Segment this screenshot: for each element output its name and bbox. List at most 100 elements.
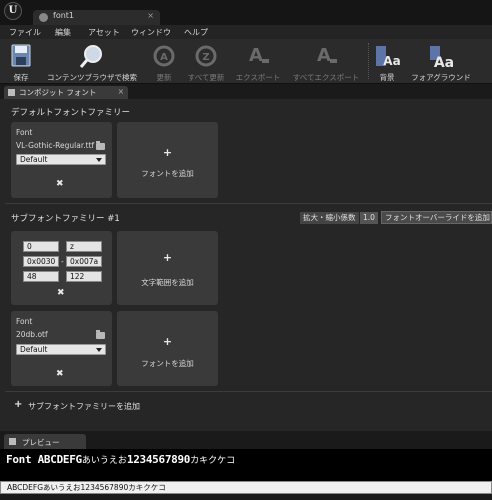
export-all-label: すべてエクスポート: [292, 73, 360, 82]
sub-font-family-title: サブフォントファミリー #1: [11, 214, 120, 224]
plus-icon: +: [14, 399, 23, 410]
add-font-override-button[interactable]: フォントオーバーライドを追加: [381, 211, 492, 224]
range-start-char-input[interactable]: 0: [23, 241, 59, 252]
close-tab-icon[interactable]: ×: [147, 11, 154, 20]
folder-icon[interactable]: [96, 141, 105, 150]
preview-text: Font ABCDEFGあいうえお1234567890カキクケコ: [6, 453, 235, 466]
background-color-icon: Aa: [376, 46, 401, 68]
refresh-all-icon: Z: [195, 45, 217, 67]
export-all-button[interactable]: A すべてエクスポート: [288, 41, 364, 83]
default-font-family-title: デフォルトフォントファミリー: [11, 108, 131, 118]
menu-asset[interactable]: アセット: [88, 27, 120, 38]
add-sub-font-family-button[interactable]: + サブフォントファミリーを追加: [5, 396, 492, 414]
chevron-down-icon: [96, 348, 102, 352]
export-all-icon: A: [317, 45, 337, 66]
range-end-dec-input[interactable]: 122: [66, 271, 102, 282]
preview-area: Font ABCDEFGあいうえお1234567890カキクケコ: [0, 449, 492, 481]
font-file-name: VL-Gothic-Regular.ttf: [16, 141, 95, 150]
plus-icon: +: [162, 251, 173, 264]
svg-text:Aa: Aa: [383, 54, 400, 68]
chevron-down-icon: [96, 158, 102, 162]
preview-tab[interactable]: プレビュー: [4, 434, 86, 449]
range-start-hex-input[interactable]: 0x0030: [23, 256, 59, 267]
export-button[interactable]: A エクスポート: [231, 41, 285, 83]
foreground-button[interactable]: Aa フォアグラウンド: [406, 41, 476, 83]
update-button[interactable]: A 更新: [148, 41, 180, 83]
save-label: 保存: [13, 73, 29, 82]
status-strip: [0, 494, 492, 500]
character-range-card: 0 z 0x0030 - 0x007a 48 122 ✖: [11, 231, 112, 305]
add-font-button[interactable]: + フォントを追加: [117, 311, 218, 386]
font-entry-card: Font VL-Gothic-Regular.ttf Default ✖: [11, 122, 112, 198]
remove-range-icon[interactable]: ✖: [57, 288, 65, 298]
add-sub-font-family-label: サブフォントファミリーを追加: [28, 402, 140, 411]
scale-factor-label: 拡大・縮小係数: [300, 212, 359, 224]
menu-help[interactable]: ヘルプ: [184, 27, 208, 38]
background-label: 背景: [379, 73, 395, 82]
section-divider: [5, 391, 492, 392]
range-dash: -: [61, 257, 64, 266]
browse-label: コンテンツブラウザで検索: [47, 73, 137, 82]
preview-tab-icon: [9, 438, 16, 445]
svg-text:A: A: [317, 45, 331, 66]
title-bar: U font1 ×: [0, 0, 492, 25]
add-font-label: フォントを追加: [141, 169, 194, 178]
update-label: 更新: [156, 73, 172, 82]
close-panel-icon[interactable]: ×: [118, 87, 124, 96]
section-divider: [5, 203, 492, 204]
font-asset-icon: [39, 13, 48, 22]
composite-font-tab-row: コンポジット フォント ×: [0, 85, 492, 99]
folder-icon[interactable]: [96, 330, 105, 339]
export-label: エクスポート: [235, 73, 281, 82]
save-button[interactable]: 保存: [4, 41, 38, 83]
font-style-value: Default: [20, 345, 48, 354]
remove-font-icon[interactable]: ✖: [56, 179, 64, 189]
range-end-hex-input[interactable]: 0x007a: [66, 256, 102, 267]
svg-text:A: A: [160, 52, 168, 63]
browse-button[interactable]: コンテンツブラウザで検索: [40, 41, 144, 83]
toolbar-separator: [368, 43, 370, 79]
toolbar: 保存 コンテンツブラウザで検索 A 更新 Z すべて更新 A エクスポート A: [0, 39, 492, 84]
preview-tab-row: プレビュー: [0, 431, 492, 449]
plus-icon: +: [162, 335, 173, 348]
svg-text:Aa: Aa: [434, 55, 454, 69]
font-style-dropdown[interactable]: Default: [16, 344, 106, 355]
preview-digits-text: 1234567890: [126, 453, 191, 466]
save-icon: [11, 44, 31, 67]
magnifier-icon: [79, 45, 102, 68]
range-start-dec-input[interactable]: 48: [23, 271, 59, 282]
remove-font-icon[interactable]: ✖: [56, 369, 64, 379]
menu-window[interactable]: ウィンドウ: [131, 27, 171, 38]
font-label: Font: [16, 317, 33, 326]
export-icon: A: [249, 45, 269, 66]
panel-tab-icon: [8, 89, 15, 96]
add-character-range-button[interactable]: + 文字範囲を追加: [117, 231, 218, 305]
foreground-color-icon: Aa: [430, 46, 454, 69]
update-all-button[interactable]: Z すべて更新: [183, 41, 229, 83]
sub-font-entry-card: Font 20db.otf Default ✖: [11, 311, 112, 386]
preview-tab-label: プレビュー: [22, 438, 60, 447]
menu-file[interactable]: ファイル: [9, 27, 41, 38]
font-file-name: 20db.otf: [16, 330, 48, 339]
menu-edit[interactable]: 編集: [55, 27, 71, 38]
preview-katakana-text: カキクケコ: [190, 456, 236, 466]
update-all-label: すべて更新: [187, 73, 225, 82]
composite-font-tab-label: コンポジット フォント: [19, 88, 97, 97]
preview-kana-text: あいうえお: [81, 456, 127, 466]
menu-bar: ファイル 編集 アセット ウィンドウ ヘルプ: [0, 25, 492, 39]
svg-text:A: A: [249, 45, 263, 66]
unreal-logo-icon[interactable]: U: [4, 2, 22, 20]
add-font-button[interactable]: + フォントを追加: [117, 122, 218, 198]
background-button[interactable]: Aa 背景: [372, 41, 402, 83]
document-tab-label: font1: [53, 11, 75, 20]
scale-factor-input[interactable]: 1.0: [360, 212, 378, 224]
add-range-label: 文字範囲を追加: [141, 278, 194, 287]
range-end-char-input[interactable]: z: [66, 241, 102, 252]
preview-text-input[interactable]: ABCDEFGあいうえお1234567890カキクケコ: [0, 481, 492, 494]
preview-latin-text: Font ABCDEFG: [6, 453, 82, 466]
svg-text:Z: Z: [202, 52, 209, 63]
font-label: Font: [16, 128, 33, 137]
composite-font-tab[interactable]: コンポジット フォント ×: [4, 86, 128, 99]
document-tab[interactable]: font1 ×: [33, 10, 160, 25]
font-style-dropdown[interactable]: Default: [16, 154, 106, 165]
